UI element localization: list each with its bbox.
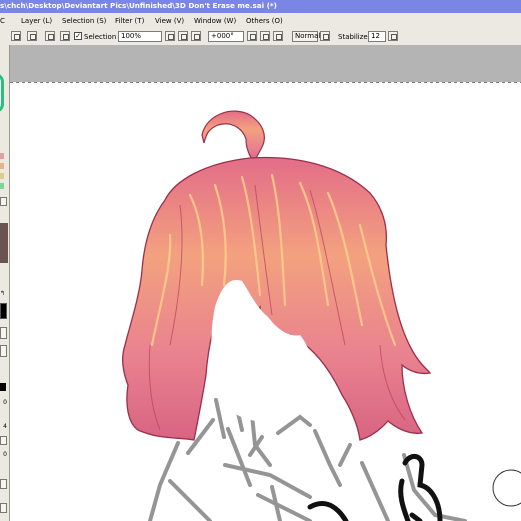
menu-view[interactable]: View (V) xyxy=(155,17,184,25)
menu-layer[interactable]: Layer (L) xyxy=(21,17,52,25)
rotate-reset-icon[interactable] xyxy=(273,31,283,41)
color-preview[interactable] xyxy=(0,223,8,263)
deselect-icon[interactable] xyxy=(45,31,55,41)
zoom-out-icon[interactable] xyxy=(165,31,175,41)
zoom-in-icon[interactable] xyxy=(178,31,188,41)
menu-bar: C Layer (L) Selection (S) Filter (T) Vie… xyxy=(0,13,521,30)
swap-colors-icon[interactable]: ↰ xyxy=(0,291,7,297)
zoom-reset-icon[interactable] xyxy=(191,31,201,41)
redo-icon[interactable] xyxy=(27,31,37,41)
brush-swatch[interactable] xyxy=(0,383,6,391)
select-all-icon[interactable] xyxy=(60,31,70,41)
menu-window[interactable]: Window (W) xyxy=(194,17,236,25)
panel-number: 4 xyxy=(3,423,7,430)
rotation-field[interactable]: +000° xyxy=(208,31,244,42)
brush-cursor xyxy=(492,469,521,507)
panel-number: 0 xyxy=(3,451,7,458)
window-title: s\chch\Desktop\Deviantart Pics\Unfinishe… xyxy=(0,1,277,10)
menu-partial-icon[interactable]: C xyxy=(0,17,5,25)
flip-icon[interactable] xyxy=(320,31,330,41)
color-wheel[interactable] xyxy=(0,73,4,113)
rotate-left-icon[interactable] xyxy=(247,31,257,41)
color-swatch-orange[interactable] xyxy=(0,163,4,169)
color-swatch-red[interactable] xyxy=(0,153,4,159)
panel-button[interactable] xyxy=(0,503,7,513)
left-panel: ↰ 0 4 0 xyxy=(0,45,10,521)
canvas[interactable] xyxy=(10,45,521,521)
artwork xyxy=(122,110,521,521)
title-bar: s\chch\Desktop\Deviantart Pics\Unfinishe… xyxy=(0,0,521,13)
undo-icon[interactable] xyxy=(11,31,21,41)
foreground-color-swatch[interactable] xyxy=(0,303,7,319)
stabilizer-dropdown-icon[interactable] xyxy=(388,31,398,41)
menu-selection[interactable]: Selection (S) xyxy=(62,17,106,25)
hair-drawing xyxy=(122,110,432,441)
zoom-field[interactable]: 100% xyxy=(118,31,162,42)
panel-number: 0 xyxy=(3,399,7,406)
selection-label: Selection xyxy=(84,33,117,41)
panel-button[interactable] xyxy=(0,327,7,339)
selection-checkbox[interactable]: ✓ xyxy=(74,32,82,40)
color-swatch-green[interactable] xyxy=(0,183,4,189)
menu-filter[interactable]: Filter (T) xyxy=(115,17,144,25)
rotate-right-icon[interactable] xyxy=(260,31,270,41)
toolbar: ✓ Selection 100% +000° Normal Stabilizer… xyxy=(0,29,521,46)
stabilizer-label: Stabilizer xyxy=(338,33,371,41)
stabilizer-field[interactable]: 12 xyxy=(368,31,386,42)
panel-button[interactable] xyxy=(0,345,7,357)
menu-others[interactable]: Others (O) xyxy=(246,17,283,25)
panel-button[interactable] xyxy=(0,479,7,489)
blend-mode-button[interactable]: Normal xyxy=(292,31,320,42)
panel-button[interactable] xyxy=(0,197,7,206)
panel-button[interactable] xyxy=(0,436,7,445)
color-swatch-yellow[interactable] xyxy=(0,173,4,179)
